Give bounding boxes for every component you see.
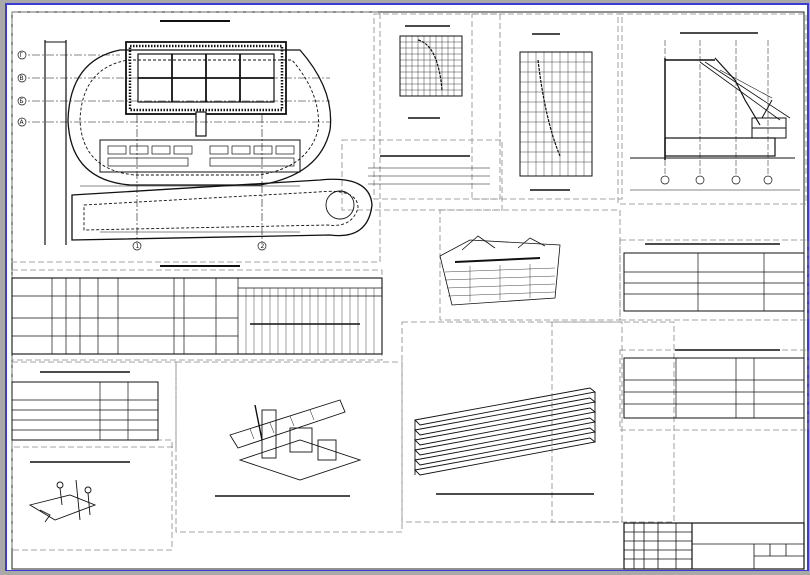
axis-mark-b: Б xyxy=(20,98,24,105)
axis-mark-g: Г xyxy=(20,52,24,59)
axis-mark-2: 2 xyxy=(261,243,265,250)
axis-mark-v: В xyxy=(20,75,24,82)
axis-mark-1: 1 xyxy=(136,243,140,250)
drawing-sheet: Г В Б А 1 2 xyxy=(0,0,810,572)
